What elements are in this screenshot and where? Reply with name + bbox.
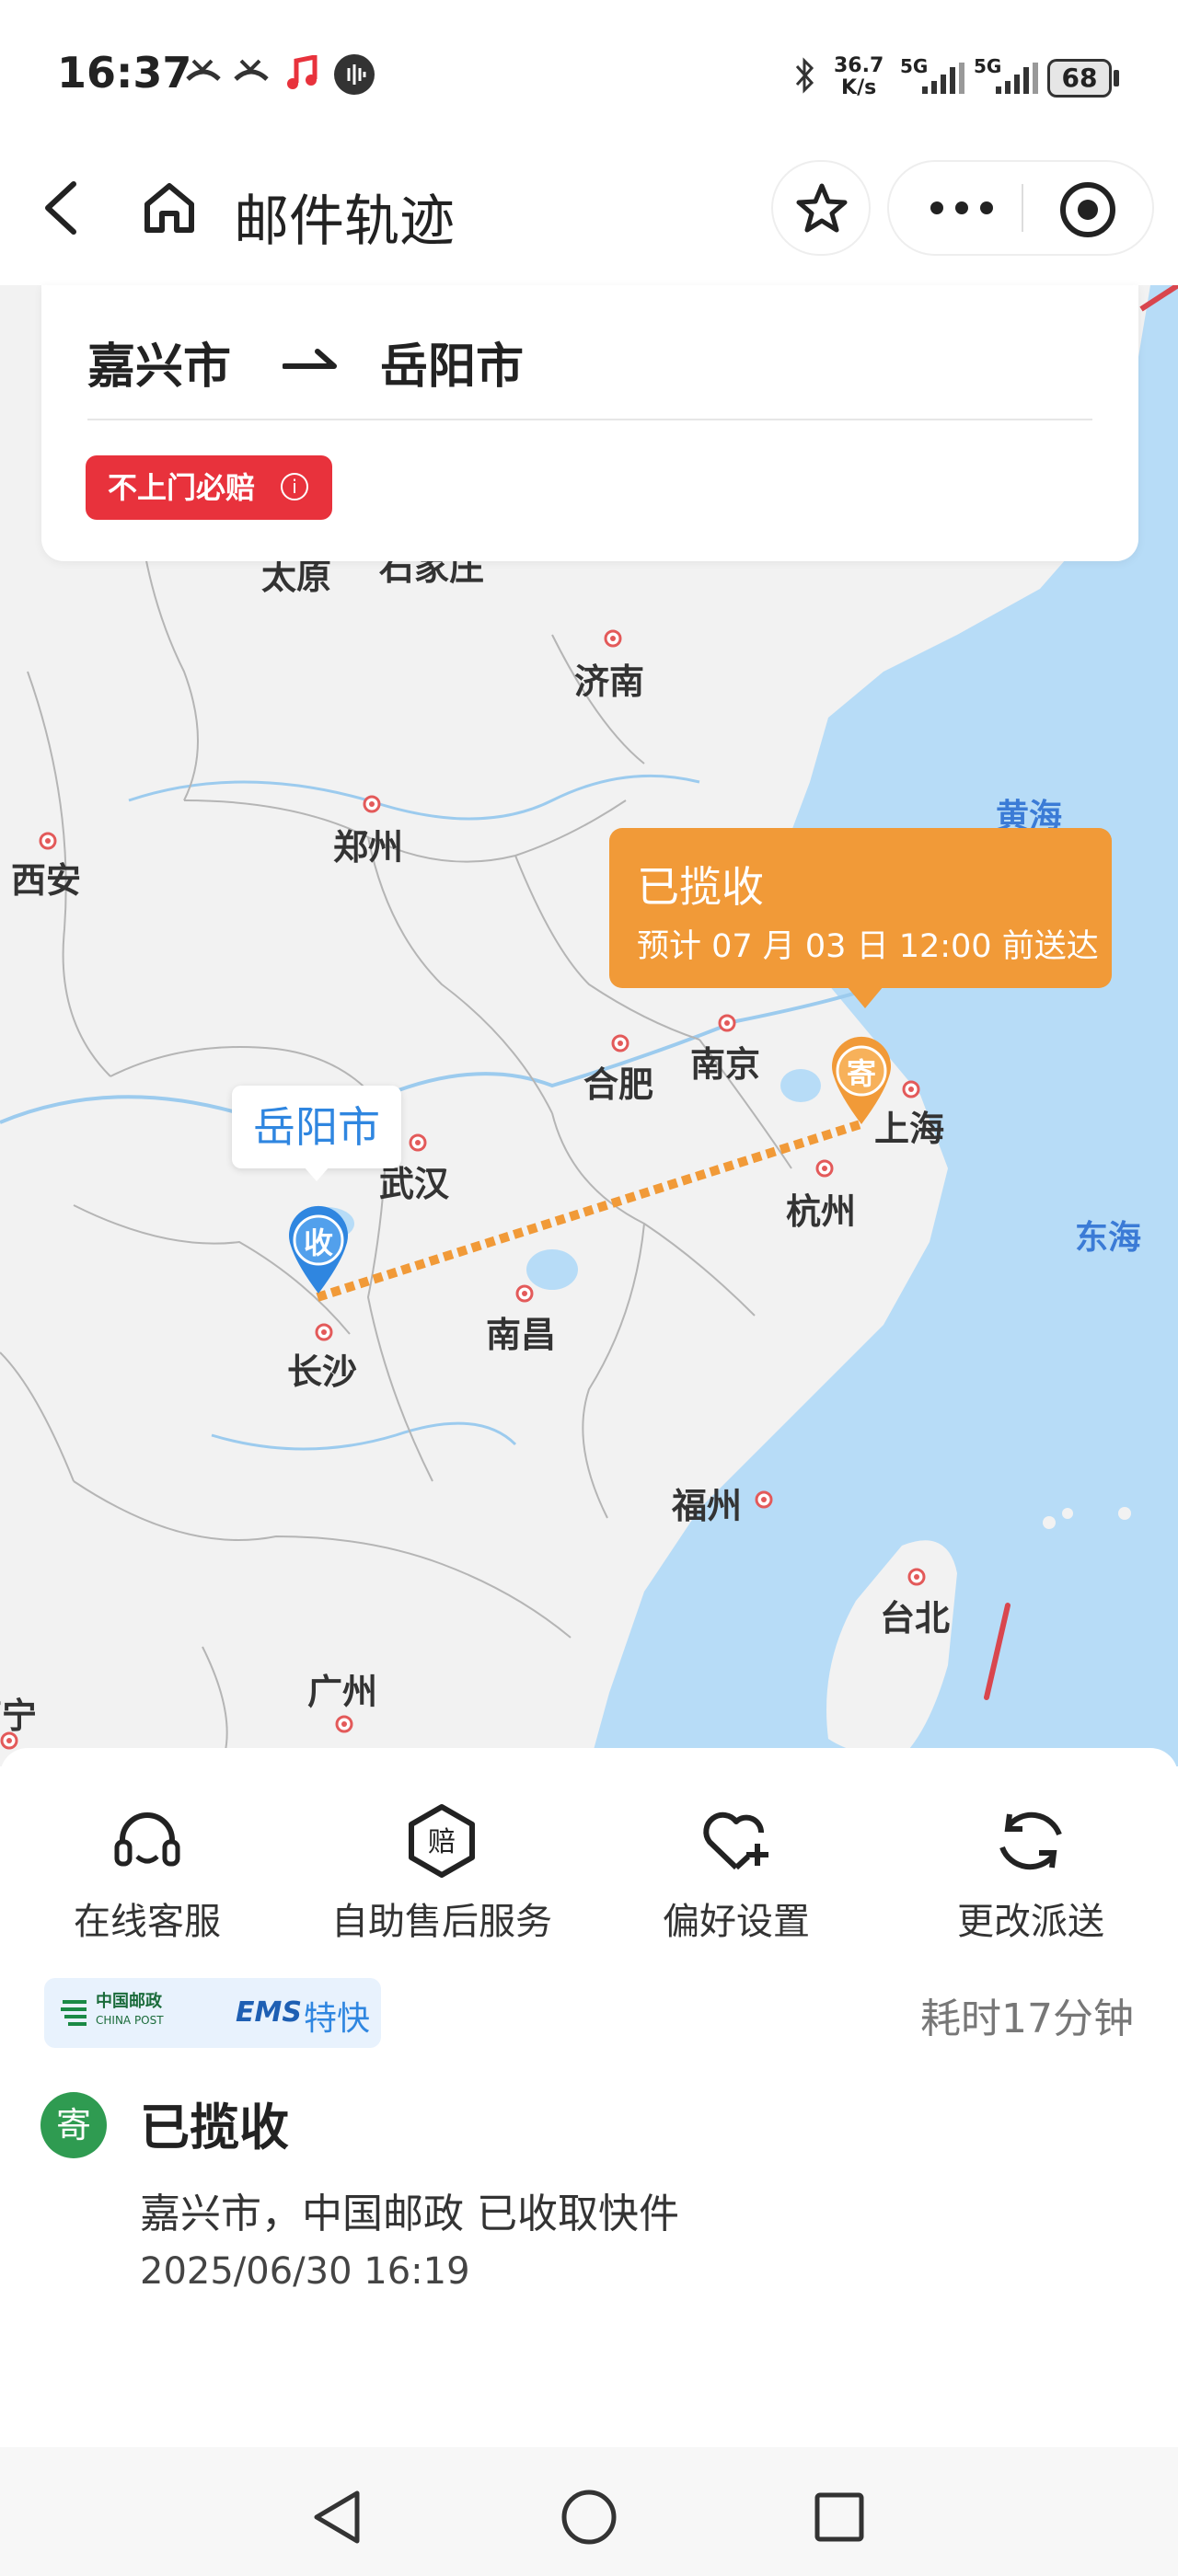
status-bar: 16:37 36.7 K/s 5G 5G 68 xyxy=(0,0,1178,156)
city-label: 西安 xyxy=(11,860,82,901)
city-label: 福州 xyxy=(672,1486,743,1526)
route-divider xyxy=(87,419,1092,420)
more-button[interactable] xyxy=(889,162,1018,254)
city-label: 济南 xyxy=(574,661,645,702)
china-post-logo-icon xyxy=(61,2000,87,2026)
city-dot-icon xyxy=(315,1323,333,1341)
status-time: 16:37 xyxy=(57,48,192,98)
missed-call-icon xyxy=(186,59,221,81)
city-dot-icon xyxy=(755,1490,773,1509)
recents-square-icon[interactable] xyxy=(812,2490,867,2545)
audio-icon xyxy=(334,54,375,95)
city-label: 合肥 xyxy=(583,1064,654,1105)
city-dot-icon xyxy=(611,1034,629,1052)
destination-city-label: 岳阳市 xyxy=(232,1086,401,1181)
back-triangle-icon[interactable] xyxy=(309,2488,364,2547)
headset-icon xyxy=(106,1800,189,1882)
service-type: 特快 xyxy=(304,2000,371,2038)
origin-marker[interactable]: 寄 xyxy=(826,1036,896,1128)
event-title: 已揽收 xyxy=(140,2099,289,2156)
city-dot-icon xyxy=(363,795,381,813)
city-dot-icon xyxy=(907,1568,926,1586)
action-label: 在线客服 xyxy=(74,1901,221,1943)
destination-marker[interactable]: 收 xyxy=(283,1205,353,1297)
network-speed: 36.7 K/s xyxy=(834,54,884,99)
bubble-eta: 预计 07 月 03 日 12:00 前送达 xyxy=(637,928,1099,965)
city-dot-icon xyxy=(515,1284,534,1303)
favorite-button[interactable] xyxy=(771,160,871,256)
carrier-name: 中国邮政 CHINA POST xyxy=(96,1992,164,2028)
sea-label: 东海 xyxy=(1075,1219,1142,1257)
back-arrow-icon[interactable] xyxy=(39,180,81,236)
battery-tip xyxy=(1114,70,1119,86)
destination-city: 岳阳市 xyxy=(380,339,525,395)
city-label: 杭州 xyxy=(786,1191,857,1232)
compensation-icon: 赔 xyxy=(400,1800,483,1882)
missed-call-icon xyxy=(234,59,269,81)
city-label: 郑州 xyxy=(333,827,404,868)
ems-logo: EMS xyxy=(236,1996,302,2029)
action-label: 偏好设置 xyxy=(663,1901,810,1943)
city-dot-icon xyxy=(39,832,57,850)
capsule-divider xyxy=(1022,184,1023,232)
target-close-icon xyxy=(1060,182,1115,237)
bubble-status-title: 已揽收 xyxy=(637,862,764,912)
city-dot-icon xyxy=(335,1715,353,1733)
city-label: 广州 xyxy=(307,1672,378,1712)
music-icon xyxy=(287,55,318,89)
cellular-signal-icon xyxy=(922,63,964,94)
bottom-sheet: 在线客服 赔 自助售后服务 偏好设置 更改派送 中国邮政 CHINA POST … xyxy=(0,1748,1178,2447)
city-label: 南昌 xyxy=(486,1315,557,1355)
city-dot-icon xyxy=(902,1080,920,1098)
city-dot-icon xyxy=(718,1014,736,1032)
heart-plus-icon xyxy=(695,1800,778,1882)
star-icon xyxy=(796,183,848,233)
capsule-menu xyxy=(887,160,1154,256)
action-label: 更改派送 xyxy=(957,1901,1104,1943)
city-dot-icon xyxy=(409,1133,427,1152)
info-icon: i xyxy=(281,473,308,500)
event-timestamp: 2025/06/30 16:19 xyxy=(140,2250,470,2293)
close-miniapp-button[interactable] xyxy=(1025,162,1154,254)
status-bubble: 已揽收 预计 07 月 03 日 12:00 前送达 xyxy=(609,828,1112,1008)
city-dot-icon xyxy=(815,1159,834,1178)
compensation-badge[interactable]: 不上门必赔 i xyxy=(86,455,332,520)
battery-indicator: 68 xyxy=(1047,59,1112,98)
after-sales-button[interactable]: 赔 自助售后服务 xyxy=(322,1800,561,1945)
more-dots-icon xyxy=(930,201,993,214)
city-label: 长沙 xyxy=(287,1351,358,1392)
home-circle-icon[interactable] xyxy=(560,2488,618,2547)
refresh-icon xyxy=(989,1800,1072,1882)
city-label: 南宁 xyxy=(0,1696,38,1736)
compensation-badge-label: 不上门必赔 xyxy=(108,470,256,505)
route-arrow-icon xyxy=(283,349,337,369)
home-icon[interactable] xyxy=(140,178,199,237)
route-card: 嘉兴市 岳阳市 不上门必赔 i xyxy=(41,285,1138,561)
online-service-button[interactable]: 在线客服 xyxy=(28,1800,267,1945)
change-delivery-button[interactable]: 更改派送 xyxy=(911,1800,1150,1945)
event-status-dot: 寄 xyxy=(40,2092,107,2158)
elapsed-time: 耗时17分钟 xyxy=(920,1995,1134,2042)
action-label: 自助售后服务 xyxy=(331,1901,552,1943)
bluetooth-icon xyxy=(795,57,814,94)
city-label: 南京 xyxy=(690,1044,761,1085)
preferences-button[interactable]: 偏好设置 xyxy=(617,1800,856,1945)
svg-text:赔: 赔 xyxy=(428,1826,456,1858)
city-label: 台北 xyxy=(880,1598,951,1639)
system-navigation-bar xyxy=(0,2447,1178,2576)
carrier-badge: 中国邮政 CHINA POST EMS 特快 xyxy=(44,1978,381,2048)
cellular-signal-icon xyxy=(996,63,1038,94)
city-dot-icon xyxy=(604,629,622,648)
event-description: 嘉兴市，中国邮政 已收取快件 xyxy=(140,2191,679,2237)
origin-city: 嘉兴市 xyxy=(87,339,232,395)
page-title: 邮件轨迹 xyxy=(234,190,455,254)
